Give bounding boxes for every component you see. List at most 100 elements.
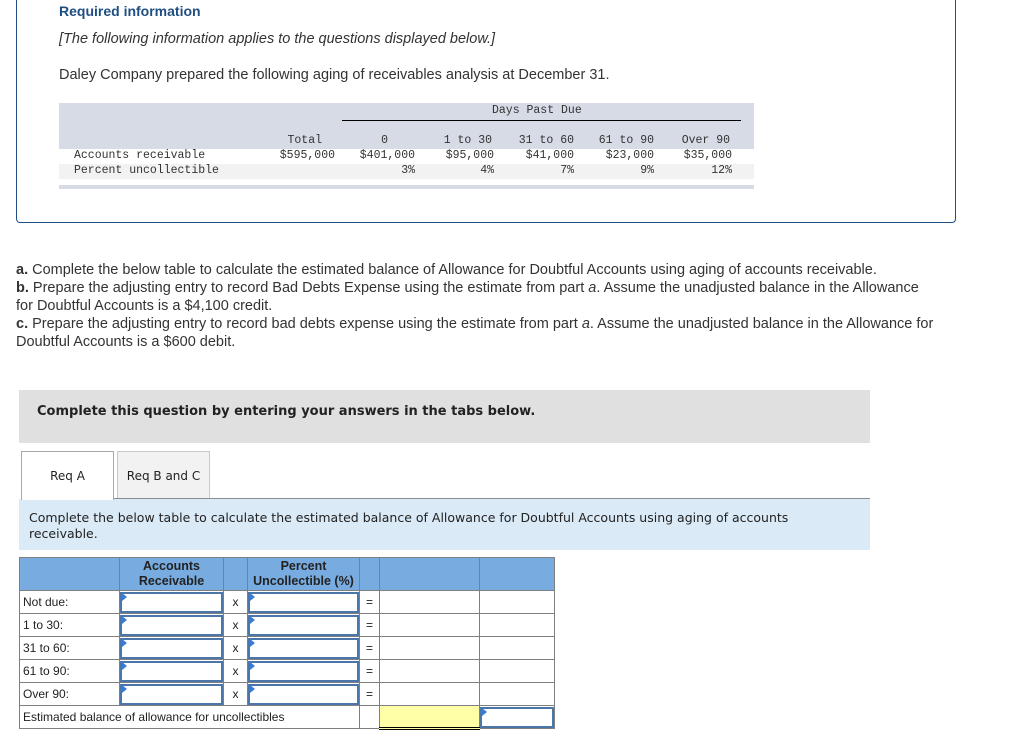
answer-table: Accounts Receivable Percent Uncollectibl… [19, 557, 555, 730]
instruction-banner: Complete this question by entering your … [19, 390, 870, 443]
equals-sign: = [359, 659, 380, 683]
equals-sign: = [359, 590, 380, 614]
question-b-label: b. [16, 280, 29, 296]
input-box[interactable] [248, 591, 359, 613]
aging-table-header: Days Past Due Total 0 1 to 30 31 to 60 6… [59, 103, 754, 149]
total-blank [359, 705, 380, 729]
header-blank [223, 557, 248, 591]
input-box[interactable] [480, 706, 554, 728]
equals-sign: = [359, 636, 380, 660]
input-box[interactable] [120, 637, 223, 659]
percent-input[interactable] [247, 682, 360, 706]
ar-0: $401,000 [359, 149, 415, 162]
pct-61-90: 9% [640, 164, 654, 177]
question-a-text: Complete the below table to calculate th… [28, 262, 877, 278]
total-result-cell [379, 705, 480, 730]
table-row: 31 to 60: x = [19, 636, 555, 660]
multiply-sign: x [223, 682, 248, 706]
header-blank [19, 557, 120, 591]
col-header-over-90: Over 90 [681, 134, 730, 147]
accounts-receivable-input[interactable] [119, 682, 224, 706]
question-a-label: a. [16, 262, 29, 278]
row-label: Over 90: [19, 682, 120, 706]
header-blank [359, 557, 380, 591]
accounts-receivable-input[interactable] [119, 659, 224, 683]
answer-table-header: Accounts Receivable Percent Uncollectibl… [19, 557, 555, 591]
input-box[interactable] [248, 660, 359, 682]
input-box[interactable] [120, 591, 223, 613]
col-header-1-30: 1 to 30 [443, 134, 492, 147]
input-box[interactable] [120, 614, 223, 636]
percent-input[interactable] [247, 659, 360, 683]
days-past-due-header: Days Past Due [492, 104, 582, 117]
table-row: Over 90: x = [19, 682, 555, 706]
pct-31-60: 7% [560, 164, 574, 177]
extra-cell [479, 590, 555, 614]
col-header-0: 0 [381, 134, 388, 147]
extra-cell [479, 659, 555, 683]
result-cell [379, 590, 480, 614]
question-c-italic: a [581, 316, 590, 332]
result-cell [379, 613, 480, 637]
ar-1-30: $95,000 [445, 149, 494, 162]
result-cell [379, 659, 480, 683]
multiply-sign: x [223, 613, 248, 637]
header-underline [342, 120, 741, 121]
row-label: Percent uncollectible [74, 164, 219, 177]
total-label: Estimated balance of allowance for uncol… [19, 705, 360, 729]
tab-req-b-and-c[interactable]: Req B and C [117, 451, 210, 499]
input-box[interactable] [248, 683, 359, 705]
table-row: Not due: x = [19, 590, 555, 614]
aging-row-accounts-receivable: Accounts receivable $595,000 $401,000 $9… [59, 149, 754, 164]
tab-req-a[interactable]: Req A [21, 451, 114, 500]
table-row: 61 to 90: x = [19, 659, 555, 683]
row-label: Accounts receivable [74, 149, 206, 162]
input-box[interactable] [248, 614, 359, 636]
row-label: Not due: [19, 590, 120, 614]
header-blank [479, 557, 555, 591]
percent-input[interactable] [247, 590, 360, 614]
extra-cell [479, 613, 555, 637]
ar-31-60: $41,000 [525, 149, 574, 162]
header-percent-uncollectible: Percent Uncollectible (%) [247, 557, 360, 591]
question-a: a. Complete the below table to calculate… [16, 261, 936, 279]
equals-sign: = [359, 682, 380, 706]
multiply-sign: x [223, 636, 248, 660]
info-intro: Daley Company prepared the following agi… [59, 67, 610, 83]
input-box[interactable] [248, 637, 359, 659]
multiply-sign: x [223, 590, 248, 614]
percent-input[interactable] [247, 636, 360, 660]
accounts-receivable-input[interactable] [119, 613, 224, 637]
accounts-receivable-input[interactable] [119, 590, 224, 614]
col-header-61-90: 61 to 90 [598, 134, 654, 147]
ar-total: $595,000 [279, 149, 335, 162]
result-cell [379, 682, 480, 706]
question-c-label: c. [16, 316, 29, 332]
row-label: 61 to 90: [19, 659, 120, 683]
extra-cell [479, 636, 555, 660]
pct-0: 3% [401, 164, 415, 177]
ar-61-90: $23,000 [605, 149, 654, 162]
row-label: 1 to 30: [19, 613, 120, 637]
percent-input[interactable] [247, 613, 360, 637]
total-input[interactable] [479, 705, 555, 729]
multiply-sign: x [223, 659, 248, 683]
input-box[interactable] [120, 683, 223, 705]
question-b-text: Prepare the adjusting entry to record Ba… [28, 280, 589, 296]
pct-1-30: 4% [480, 164, 494, 177]
accounts-receivable-input[interactable] [119, 636, 224, 660]
question-text: a. Complete the below table to calculate… [16, 261, 936, 351]
row-label: 31 to 60: [19, 636, 120, 660]
info-note: [The following information applies to th… [59, 31, 496, 47]
tab-instruction: Complete the below table to calculate th… [19, 499, 870, 550]
col-header-31-60: 31 to 60 [518, 134, 574, 147]
pct-over-90: 12% [711, 164, 732, 177]
equals-sign: = [359, 613, 380, 637]
extra-cell [479, 682, 555, 706]
table-row: 1 to 30: x = [19, 613, 555, 637]
col-header-total: Total [287, 134, 322, 147]
question-b: b. Prepare the adjusting entry to record… [16, 279, 936, 315]
question-c: c. Prepare the adjusting entry to record… [16, 315, 936, 351]
ar-over-90: $35,000 [683, 149, 732, 162]
input-box[interactable] [120, 660, 223, 682]
